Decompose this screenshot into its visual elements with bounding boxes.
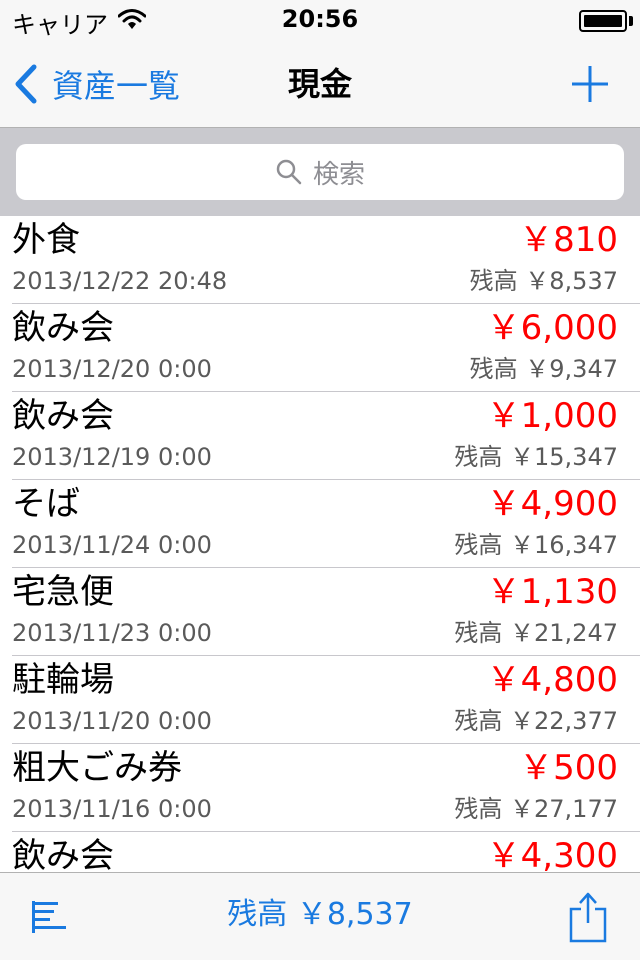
transaction-list: 外食 ￥810 2013/12/22 20:48 残高 ￥8,537 飲み会 ￥… xyxy=(0,216,640,872)
add-icon[interactable] xyxy=(566,60,614,108)
item-date: 2013/11/24 0:00 xyxy=(12,531,212,559)
search-bar: 検索 xyxy=(0,128,640,216)
item-title: 飲み会 xyxy=(12,396,114,436)
item-amount: ￥1,000 xyxy=(486,396,618,436)
list-item[interactable]: 粗大ごみ券 ￥500 2013/11/16 0:00 残高 ￥27,177 xyxy=(0,744,640,832)
status-bar: キャリア 20:56 xyxy=(0,0,640,40)
item-title: 駐輪場 xyxy=(12,660,114,700)
share-icon[interactable] xyxy=(568,891,608,943)
item-amount: ￥4,300 xyxy=(486,836,618,872)
item-title: 宅急便 xyxy=(12,572,114,612)
item-amount: ￥6,000 xyxy=(486,308,618,348)
item-balance: 残高 ￥8,537 xyxy=(469,267,618,295)
item-title: そば xyxy=(12,484,80,524)
search-input[interactable]: 検索 xyxy=(16,144,624,200)
item-balance: 残高 ￥27,177 xyxy=(454,795,618,823)
item-date: 2013/12/20 0:00 xyxy=(12,355,212,383)
item-date: 2013/11/16 0:00 xyxy=(12,795,212,823)
item-date: 2013/11/23 0:00 xyxy=(12,619,212,647)
item-amount: ￥4,800 xyxy=(486,660,618,700)
search-placeholder: 検索 xyxy=(312,159,365,190)
bottom-toolbar: 残高 ￥8,537 xyxy=(0,872,640,960)
page-title: 現金 xyxy=(287,65,352,103)
item-date: 2013/12/19 0:00 xyxy=(12,443,212,471)
item-date: 2013/12/22 20:48 xyxy=(12,267,228,295)
item-balance: 残高 ￥16,347 xyxy=(454,531,618,559)
item-title: 飲み会 xyxy=(12,308,114,348)
search-icon xyxy=(276,159,302,185)
list-item[interactable]: 飲み会 ￥4,300 xyxy=(0,832,640,872)
item-title: 外食 xyxy=(12,220,80,260)
item-amount: ￥4,900 xyxy=(486,484,618,524)
list-item[interactable]: 飲み会 ￥1,000 2013/12/19 0:00 残高 ￥15,347 xyxy=(0,392,640,480)
list-item[interactable]: そば ￥4,900 2013/11/24 0:00 残高 ￥16,347 xyxy=(0,480,640,568)
item-balance: 残高 ￥22,377 xyxy=(454,707,618,735)
item-amount: ￥1,130 xyxy=(486,572,618,612)
battery-tip xyxy=(629,16,633,26)
list-item[interactable]: 駐輪場 ￥4,800 2013/11/20 0:00 残高 ￥22,377 xyxy=(0,656,640,744)
item-balance: 残高 ￥21,247 xyxy=(454,619,618,647)
item-title: 飲み会 xyxy=(12,836,114,872)
status-time: 20:56 xyxy=(281,5,359,33)
list-item[interactable]: 宅急便 ￥1,130 2013/11/23 0:00 残高 ￥21,247 xyxy=(0,568,640,656)
navigation-bar: 資産一覧 現金 xyxy=(0,40,640,128)
item-amount: ￥500 xyxy=(519,748,618,788)
item-title: 粗大ごみ券 xyxy=(12,748,182,788)
item-balance: 残高 ￥9,347 xyxy=(469,355,618,383)
item-balance: 残高 ￥15,347 xyxy=(454,443,618,471)
item-date: 2013/11/20 0:00 xyxy=(12,707,212,735)
item-amount: ￥810 xyxy=(519,220,618,260)
list-item[interactable]: 飲み会 ￥6,000 2013/12/20 0:00 残高 ￥9,347 xyxy=(0,304,640,392)
list-item[interactable]: 外食 ￥810 2013/12/22 20:48 残高 ￥8,537 xyxy=(0,216,640,304)
total-balance: 残高 ￥8,537 xyxy=(227,897,413,932)
battery-icon xyxy=(579,10,627,32)
